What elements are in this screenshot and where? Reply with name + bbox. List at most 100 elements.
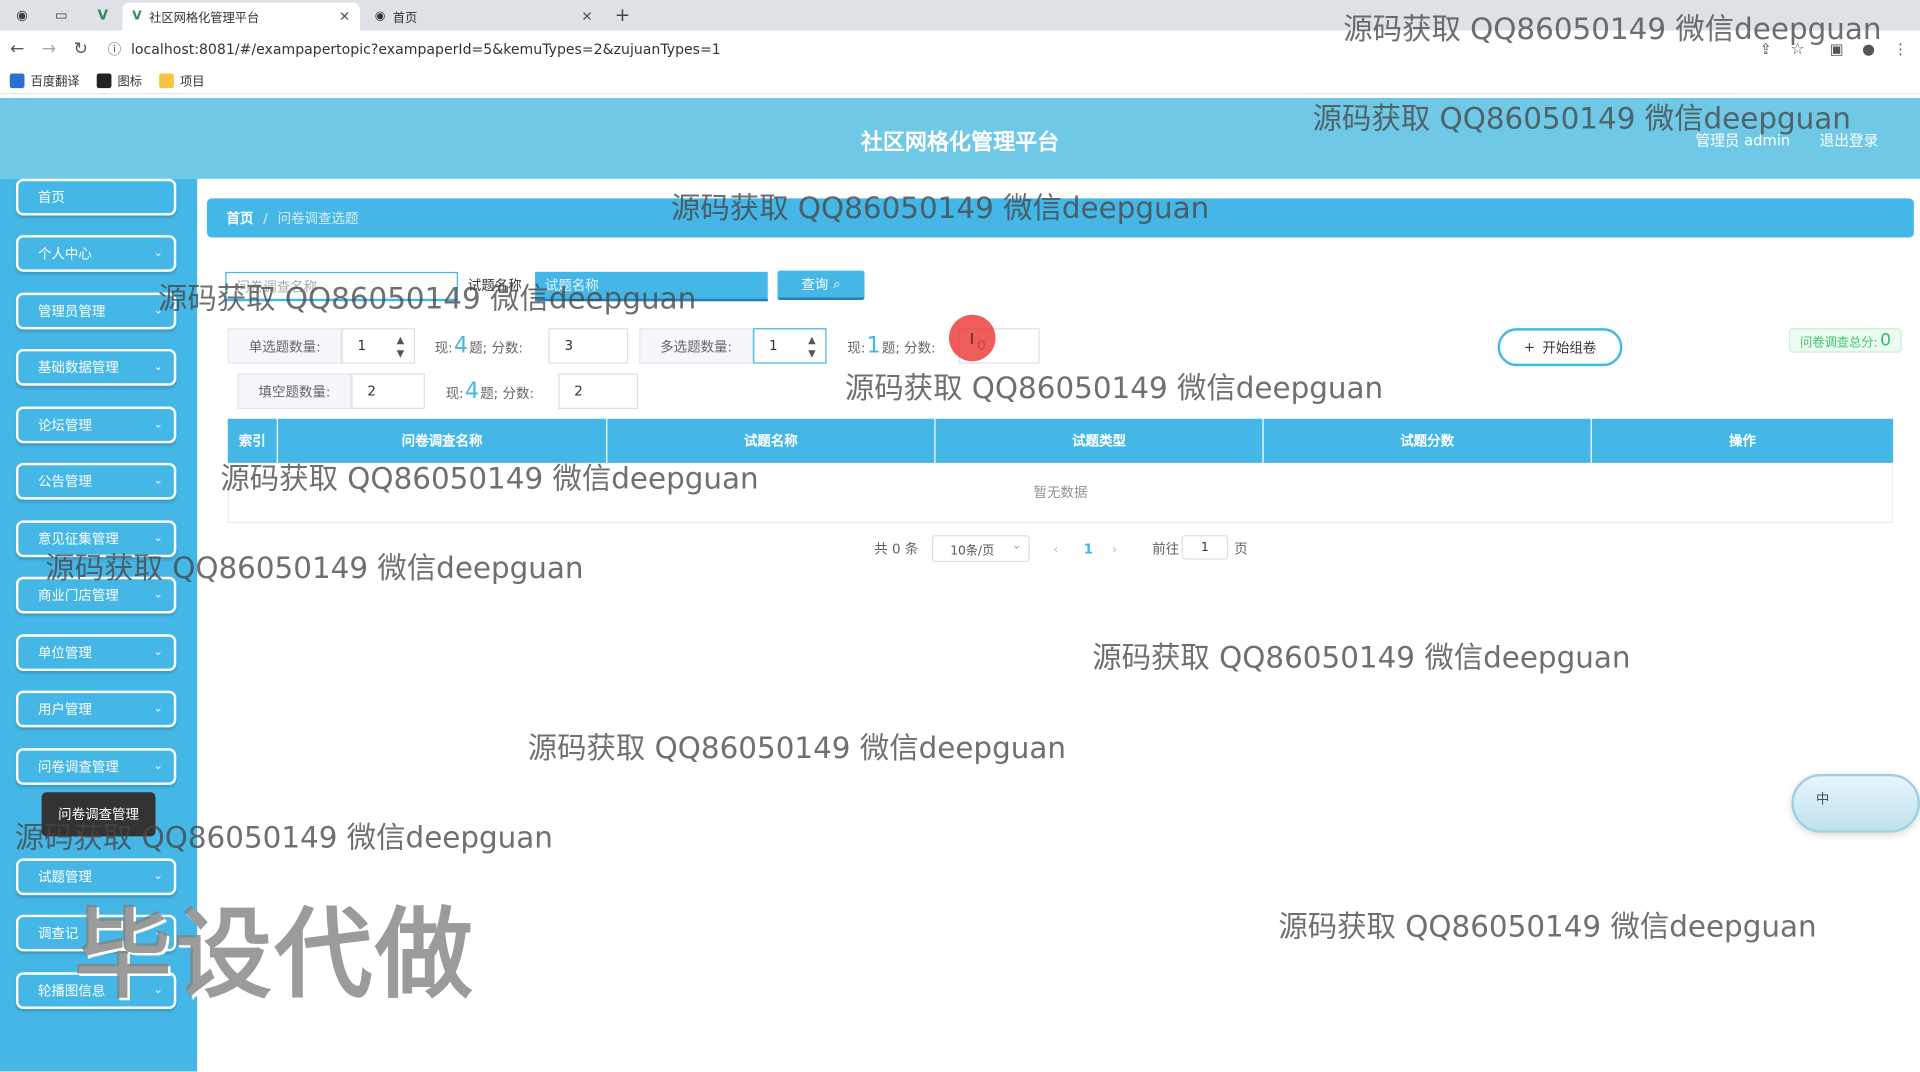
pinned-tab-page-icon[interactable]: ▭ — [44, 2, 78, 26]
sidebar-item-label: 管理员管理 — [37, 303, 106, 320]
search-icon: ⌕ — [833, 275, 841, 292]
ime-label: 中 — [1815, 791, 1830, 807]
bookmark-project[interactable]: 项目 — [159, 71, 204, 89]
now-count: 4 — [464, 378, 479, 405]
bookmark-label: 百度翻译 — [30, 75, 80, 90]
single-now: 现: 4 题; 分数: — [435, 333, 523, 359]
col-topic-score: 试题分数 — [1264, 418, 1592, 463]
fill-count-input[interactable]: 2 — [351, 373, 425, 409]
folder-icon — [159, 72, 174, 88]
sidebar-item[interactable]: 个人中心 ⌄ — [15, 235, 177, 272]
score-value: 2 — [574, 383, 583, 400]
stepper-arrows-icon[interactable]: ▲ ▼ — [387, 329, 414, 362]
sidebar-item[interactable]: 管理员管理 ⌄ — [15, 292, 177, 330]
sidebar-item[interactable]: 论坛管理 ⌄ — [15, 406, 177, 444]
pagination-total: 共 0 条 — [874, 541, 919, 558]
stepper-value: 1 — [357, 337, 367, 354]
sidebar-item-label: 论坛管理 — [37, 417, 92, 434]
chevron-down-icon: ⌄ — [153, 588, 163, 602]
multi-count-label: 多选题数量: — [639, 328, 754, 364]
globe-icon: ◉ — [374, 9, 386, 24]
query-label: 查询 — [801, 276, 829, 293]
translate-icon — [9, 72, 25, 88]
pinned-tab-globe-icon[interactable]: ◉ — [5, 2, 39, 26]
sidebar-item[interactable]: 单位管理 ⌄ — [15, 634, 177, 672]
watermark-text: 源码获取 QQ86050149 微信deepguan — [1278, 909, 1817, 945]
now-prefix: 现: — [445, 385, 464, 402]
now-prefix: 现: — [434, 340, 453, 357]
bookmark-translate[interactable]: 百度翻译 — [9, 71, 80, 90]
big-watermark: 毕设代做 — [73, 897, 476, 1012]
tab-title: 社区网格化管理平台 — [149, 12, 260, 26]
plus-icon: + — [1523, 339, 1536, 356]
col-actions: 操作 — [1728, 433, 1756, 450]
breadcrumb-home[interactable]: 首页 — [227, 208, 254, 228]
sidebar-item-label: 商业门店管理 — [37, 587, 119, 604]
info-icon: ⓘ — [107, 41, 122, 58]
single-score-input[interactable]: 3 — [548, 328, 629, 364]
pinned-tab-vue-icon[interactable]: V — [86, 2, 120, 26]
start-label: 开始组卷 — [1542, 339, 1597, 356]
forward-arrow-icon[interactable]: → — [37, 37, 61, 61]
goto-page-input[interactable]: 1 — [1181, 535, 1229, 560]
sidebar-item[interactable]: 问卷调查管理 ⌄ — [15, 748, 177, 785]
now-suffix: 题; 分数: — [881, 340, 936, 357]
sidebar-item-label: 调查记 — [37, 925, 79, 942]
ime-floating-widget[interactable]: 中 — [1791, 773, 1920, 833]
sidebar-item[interactable]: 基础数据管理 ⌄ — [15, 348, 177, 386]
single-count-label: 单选题数量: — [227, 328, 342, 364]
stepper-value: 1 — [768, 337, 778, 354]
sidebar-item[interactable]: 首页 — [15, 178, 177, 216]
multi-count-stepper[interactable]: 1 ▲ ▼ — [753, 328, 827, 364]
chevron-down-icon: ⌄ — [153, 702, 163, 716]
bookmark-label: 图标 — [117, 75, 143, 90]
bookmark-icons[interactable]: 图标 — [96, 71, 143, 90]
total-score-label: 问卷调查总分: — [1800, 336, 1878, 350]
browser-tab-active[interactable]: V 社区网格化管理平台 ✕ — [122, 2, 361, 31]
single-count-stepper[interactable]: 1 ▲ ▼ — [341, 328, 416, 364]
breadcrumb-separator: / — [263, 210, 268, 226]
reload-icon[interactable]: ↻ — [69, 37, 93, 61]
browser-tab[interactable]: ◉ 首页 ✕ — [365, 2, 603, 30]
sidebar-item-label: 公告管理 — [37, 473, 92, 490]
chevron-down-icon: ⌄ — [153, 418, 163, 432]
prev-page-icon[interactable]: ‹ — [1053, 539, 1058, 559]
page-number-current[interactable]: 1 — [1084, 539, 1093, 559]
tab-close-icon[interactable]: ✕ — [581, 9, 592, 25]
chevron-down-icon: ⌄ — [153, 475, 163, 488]
back-arrow-icon[interactable]: ← — [5, 37, 29, 61]
watermark-text: 源码获取 QQ86050149 微信deepguan — [157, 281, 697, 316]
now-count: 4 — [453, 333, 468, 359]
stepper-value: 2 — [367, 383, 376, 400]
query-button[interactable]: 查询 ⌕ — [777, 270, 865, 301]
sidebar-item-label: 首页 — [37, 189, 65, 206]
sidebar-item-label: 基础数据管理 — [37, 360, 119, 376]
chevron-down-icon: ⌄ — [1011, 540, 1022, 553]
start-compose-button[interactable]: + 开始组卷 — [1497, 328, 1623, 367]
chevron-down-icon: ⌄ — [153, 247, 163, 260]
now-count: 1 — [866, 333, 881, 359]
sidebar-item-label: 用户管理 — [37, 701, 92, 718]
watermark-text: 源码获取 QQ86050149 微信deepguan — [1092, 640, 1631, 675]
total-score-value: 0 — [1880, 330, 1891, 351]
total-score-badge: 问卷调查总分: 0 — [1788, 328, 1903, 353]
page-size-value: 10条/页 — [950, 544, 995, 558]
next-page-icon[interactable]: › — [1112, 539, 1117, 559]
stepper-arrows-icon[interactable]: ▲ ▼ — [798, 329, 825, 362]
text-cursor-icon: I — [969, 330, 975, 348]
tab-close-icon[interactable]: ✕ — [339, 9, 350, 25]
sidebar-item-label: 单位管理 — [37, 645, 92, 662]
fill-score-input[interactable]: 2 — [558, 373, 638, 409]
page-size-select[interactable]: 10条/页 ⌄ — [931, 535, 1030, 563]
watermark-text: 源码获取 QQ86050149 微信deepguan — [14, 820, 553, 855]
bookmark-label: 项目 — [180, 75, 205, 90]
watermark-text: 源码获取 QQ86050149 微信deepguan — [1343, 12, 1882, 47]
multi-now: 现: 1 题; 分数: — [847, 333, 935, 359]
new-tab-icon[interactable]: + — [615, 4, 630, 26]
sidebar-item[interactable]: 公告管理 ⌄ — [15, 462, 177, 500]
watermark-text: 源码获取 QQ86050149 微信deepguan — [844, 371, 1384, 406]
sidebar-item[interactable]: 用户管理 ⌄ — [15, 690, 177, 728]
watermark-text: 源码获取 QQ86050149 微信deepguan — [220, 461, 759, 496]
menu-dots-icon[interactable]: ⋮ — [1888, 37, 1912, 61]
sidebar-item-label: 个人中心 — [37, 246, 92, 263]
